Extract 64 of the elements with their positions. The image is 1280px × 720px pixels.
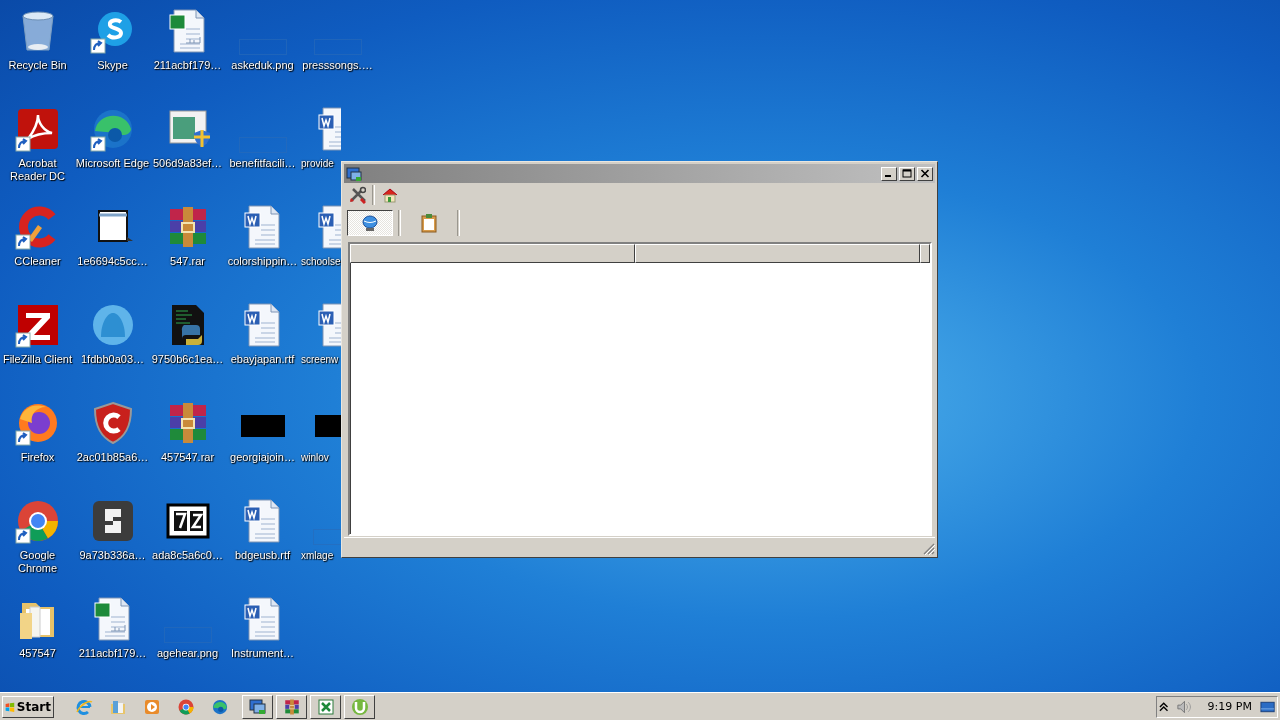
desktop-shortcut[interactable]: 2ac01b85a6… — [75, 394, 150, 492]
column-header[interactable] — [635, 244, 920, 263]
desktop-shortcut[interactable]: askeduk.png — [225, 2, 300, 100]
desktop-shortcut[interactable]: Microsoft Edge — [75, 100, 150, 198]
taskbar-button[interactable] — [344, 694, 375, 719]
desktop-shortcut[interactable]: FileZilla Client — [0, 296, 75, 394]
maximize-icon — [902, 169, 912, 178]
desktop-shortcut[interactable]: Firefox — [0, 394, 75, 492]
desktop-shortcut[interactable]: Recycle Bin — [0, 2, 75, 100]
media-player-icon — [143, 697, 161, 716]
desktop-shortcut[interactable]: 457547.rar — [150, 394, 225, 492]
desktop-shortcut[interactable]: 9a73b336a… — [75, 492, 150, 590]
torrent-app-icon — [350, 697, 369, 716]
taskbar-button[interactable] — [242, 694, 273, 719]
desktop-shortcut[interactable]: ebayjapan.rtf — [225, 296, 300, 394]
desktop-shortcut[interactable]: bdgeusb.rtf — [225, 492, 300, 590]
clock[interactable]: 9:19 PM — [1207, 700, 1252, 713]
desktop-shortcut[interactable]: Google Chrome — [0, 492, 75, 590]
speaker-icon[interactable] — [1176, 698, 1192, 715]
view-button[interactable] — [347, 210, 393, 236]
desktop-shortcut[interactable]: 9750b6c1ea… — [150, 296, 225, 394]
desktop-shortcut[interactable]: 1fdbb0a03… — [75, 296, 150, 394]
taskbar-button[interactable] — [276, 694, 307, 719]
maximize-button[interactable] — [899, 166, 915, 181]
close-icon — [920, 169, 930, 178]
desktop-shortcut[interactable]: georgiajoin… — [225, 394, 300, 492]
tools-icon — [348, 186, 366, 204]
desktop-shortcut[interactable]: benefitfacili… — [225, 100, 300, 198]
minimize-button[interactable] — [881, 166, 897, 181]
browser-icon — [177, 697, 195, 716]
desktop-shortcut[interactable]: agehear.png — [150, 590, 225, 688]
desktop-shortcut[interactable]: Skype — [75, 2, 150, 100]
app-icon — [248, 697, 267, 716]
close-button[interactable] — [917, 166, 933, 181]
globe-icon — [360, 213, 380, 233]
desktop-shortcut[interactable]: Instrument… — [225, 590, 300, 688]
desktop-shortcut[interactable]: ada8c5a6c0… — [150, 492, 225, 590]
start-button[interactable]: Start — [2, 695, 54, 718]
desktop-shortcut[interactable]: winlov — [300, 394, 341, 492]
browser-icon — [211, 697, 229, 716]
column-header[interactable] — [350, 244, 635, 263]
archive-icon — [282, 697, 301, 716]
desktop-shortcut[interactable]: Acrobat Reader DC — [0, 100, 75, 198]
desktop-shortcut[interactable]: 211acbf179… — [150, 2, 225, 100]
desktop-shortcut[interactable]: 457547 — [0, 590, 75, 688]
taskbar-button[interactable] — [310, 694, 341, 719]
desktop-shortcut[interactable]: CCleaner — [0, 198, 75, 296]
desktop-shortcut[interactable]: 211acbf179… — [75, 590, 150, 688]
desktop-shortcut[interactable]: 506d9a83ef… — [150, 100, 225, 198]
desktop-shortcut[interactable]: colorshippin… — [225, 198, 300, 296]
desktop-shortcut[interactable]: presssongs.… — [300, 2, 375, 100]
clipboard-icon — [419, 213, 439, 233]
house-icon — [381, 186, 399, 204]
desktop-shortcut[interactable]: xmlage — [300, 492, 341, 590]
desktop-shortcut[interactable]: provide — [300, 100, 341, 198]
desktop-shortcut[interactable]: 547.rar — [150, 198, 225, 296]
app-icon — [346, 165, 362, 182]
column-header[interactable] — [920, 244, 930, 263]
desktop-shortcut[interactable]: 1e6694c5cc… — [75, 198, 150, 296]
spreadsheet-app-icon — [316, 697, 335, 716]
resize-grip-icon[interactable] — [923, 543, 935, 555]
browser-icon — [75, 697, 93, 716]
show-hidden-icons-icon[interactable] — [1159, 701, 1169, 712]
show-desktop-icon[interactable] — [1259, 700, 1275, 713]
